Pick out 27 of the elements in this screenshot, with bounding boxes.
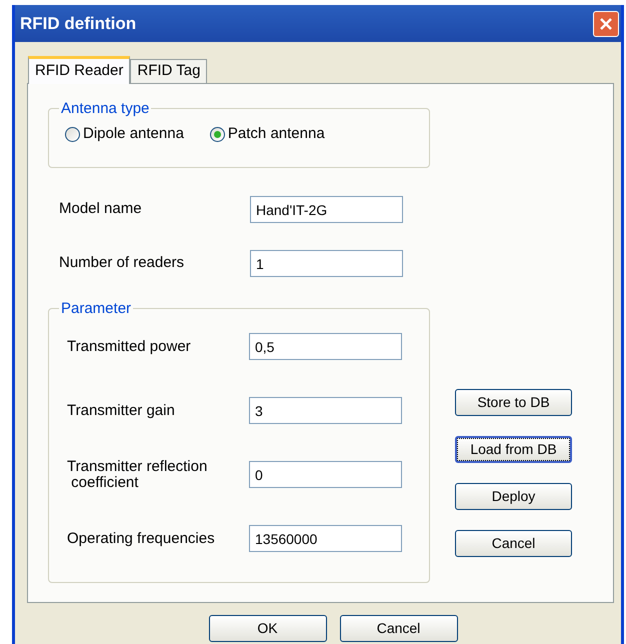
radio-label: Patch antenna bbox=[228, 124, 325, 144]
close-icon bbox=[599, 16, 613, 30]
field-label: Transmitter gain bbox=[67, 402, 176, 418]
tab[interactable]: RFID Reader bbox=[28, 56, 130, 84]
radio-button[interactable] bbox=[210, 126, 225, 142]
field-label: Number of readers bbox=[59, 253, 186, 274]
text-field[interactable]: 13560000 bbox=[249, 525, 402, 552]
action-button[interactable]: Store to DB bbox=[455, 389, 572, 416]
field-label: Transmitted power bbox=[67, 338, 192, 354]
action-button[interactable]: Deploy bbox=[455, 483, 572, 510]
text-field[interactable]: 0 bbox=[249, 461, 402, 488]
radio-label: Dipole antenna bbox=[83, 124, 184, 144]
window-title: RFID defintion bbox=[20, 12, 136, 35]
text-field[interactable]: 3 bbox=[249, 397, 402, 424]
tab[interactable]: RFID Tag bbox=[130, 59, 208, 83]
field-label: Model name bbox=[59, 199, 143, 220]
radio-button[interactable] bbox=[65, 126, 80, 142]
action-button[interactable]: Load from DB bbox=[455, 436, 572, 463]
text-field[interactable]: 0,5 bbox=[249, 333, 402, 360]
action-button[interactable]: Cancel bbox=[455, 530, 572, 557]
text-field[interactable]: 1 bbox=[250, 250, 403, 277]
field-label: Operating frequencies bbox=[67, 530, 216, 546]
close-button[interactable] bbox=[593, 10, 619, 36]
dialog-button[interactable]: OK bbox=[208, 615, 326, 642]
field-label: Transmitter reflection coefficient bbox=[67, 458, 208, 490]
dialog-button[interactable]: Cancel bbox=[340, 615, 458, 642]
text-field[interactable]: Hand'IT-2G bbox=[250, 196, 403, 223]
